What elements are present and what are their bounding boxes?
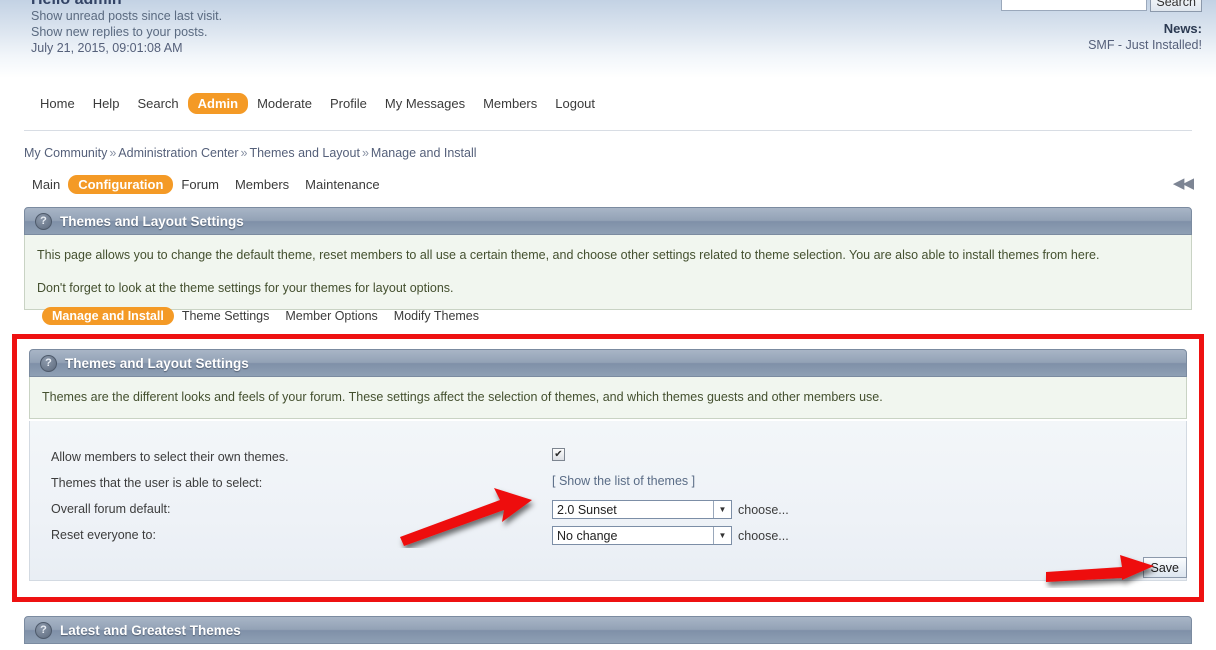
- sub-tab-theme-settings[interactable]: Theme Settings: [174, 307, 278, 325]
- panel-three-title-bar: ? Latest and Greatest Themes: [24, 616, 1192, 644]
- save-button[interactable]: Save: [1143, 557, 1188, 578]
- nav-item-search[interactable]: Search: [128, 93, 187, 114]
- sub-tab-modify-themes[interactable]: Modify Themes: [386, 307, 487, 325]
- themes-layout-settings-panel: ? Themes and Layout Settings Themes are …: [29, 349, 1187, 419]
- unread-posts-link[interactable]: Show unread posts since last visit.: [31, 9, 631, 25]
- news-area: News: SMF - Just Installed!: [1088, 21, 1202, 53]
- admin-tab-members[interactable]: Members: [227, 175, 297, 194]
- breadcrumb-item-0[interactable]: My Community: [24, 146, 107, 160]
- new-replies-link[interactable]: Show new replies to your posts.: [31, 25, 631, 41]
- allow-own-themes-checkbox[interactable]: ✔: [552, 448, 565, 461]
- panel-one-description: This page allows you to change the defau…: [24, 235, 1192, 310]
- smf-admin-page: Hello admin Show unread posts since last…: [0, 0, 1216, 650]
- forum-default-theme-select[interactable]: 2.0 Sunset▼: [552, 500, 732, 519]
- panel-one-title: Themes and Layout Settings: [60, 214, 244, 229]
- greeting-text: Hello admin: [31, 0, 631, 7]
- setting-control-0: ✔: [552, 448, 565, 461]
- news-label: News:: [1088, 21, 1202, 37]
- setting-row-3: Reset everyone to: No change▼ choose...: [30, 526, 1186, 552]
- admin-tab-forum[interactable]: Forum: [173, 175, 227, 194]
- setting-row-2: Overall forum default: 2.0 Sunset▼ choose.…: [30, 500, 1186, 526]
- chevron-down-icon: ▼: [713, 527, 731, 544]
- admin-tab-main[interactable]: Main: [24, 175, 68, 194]
- help-icon[interactable]: ?: [35, 213, 52, 230]
- nav-item-help[interactable]: Help: [84, 93, 129, 114]
- panel-two-title: Themes and Layout Settings: [65, 356, 249, 371]
- description-line-1: This page allows you to change the defau…: [37, 245, 1179, 266]
- news-text: SMF - Just Installed!: [1088, 37, 1202, 53]
- setting-control-3: No change▼ choose...: [552, 526, 789, 545]
- current-time: July 21, 2015, 09:01:08 AM: [31, 40, 631, 56]
- breadcrumb-separator: »: [239, 146, 250, 160]
- sub-tab-member-options[interactable]: Member Options: [277, 307, 385, 325]
- admin-tab-configuration[interactable]: Configuration: [68, 175, 173, 194]
- collapse-arrows-icon[interactable]: ◀◀: [1173, 174, 1192, 192]
- setting-row-1: Themes that the user is able to select: […: [30, 474, 1186, 500]
- highlight-box: ? Themes and Layout Settings Themes are …: [12, 334, 1204, 602]
- panel-three-title: Latest and Greatest Themes: [60, 623, 241, 638]
- breadcrumb-separator: »: [107, 146, 118, 160]
- select-value: No change: [553, 529, 713, 543]
- search-input[interactable]: [1001, 0, 1147, 11]
- show-theme-list-link[interactable]: [ Show the list of themes ]: [552, 474, 695, 488]
- nav-item-logout[interactable]: Logout: [546, 93, 604, 114]
- help-icon[interactable]: ?: [35, 622, 52, 639]
- choose-theme-link-3[interactable]: choose...: [738, 529, 789, 543]
- latest-themes-panel: ? Latest and Greatest Themes: [24, 616, 1192, 644]
- setting-row-0: Allow members to select their own themes…: [30, 448, 1186, 474]
- setting-label-1: Themes that the user is able to select:: [51, 474, 262, 492]
- nav-item-profile[interactable]: Profile: [321, 93, 376, 114]
- nav-item-my-messages[interactable]: My Messages: [376, 93, 474, 114]
- panel-one-title-bar: ? Themes and Layout Settings: [24, 207, 1192, 235]
- chevron-down-icon: ▼: [713, 501, 731, 518]
- description-text: Themes are the different looks and feels…: [42, 387, 1174, 408]
- breadcrumb: My Community»Administration Center»Theme…: [24, 146, 477, 160]
- setting-control-1: [ Show the list of themes ]: [552, 474, 695, 488]
- main-navigation: HomeHelpSearchAdminModerateProfileMy Mes…: [31, 93, 604, 114]
- sub-tab-manage-and-install[interactable]: Manage and Install: [42, 307, 174, 325]
- nav-item-admin[interactable]: Admin: [188, 93, 248, 114]
- user-info-block: Hello admin Show unread posts since last…: [31, 0, 631, 56]
- search-button[interactable]: Search: [1150, 0, 1202, 12]
- select-value: 2.0 Sunset: [553, 503, 713, 517]
- nav-item-moderate[interactable]: Moderate: [248, 93, 321, 114]
- panel-two-description: Themes are the different looks and feels…: [29, 377, 1187, 419]
- breadcrumb-item-1[interactable]: Administration Center: [118, 146, 238, 160]
- choose-theme-link-2[interactable]: choose...: [738, 503, 789, 517]
- setting-label-3: Reset everyone to:: [51, 526, 156, 544]
- search-area: Search: [1001, 0, 1202, 12]
- breadcrumb-separator: »: [360, 146, 371, 160]
- panel-two-title-bar: ? Themes and Layout Settings: [29, 349, 1187, 377]
- reset-everyone-select[interactable]: No change▼: [552, 526, 732, 545]
- nav-divider: [24, 130, 1192, 131]
- theme-sub-tab-bar: Manage and InstallTheme SettingsMember O…: [42, 307, 487, 325]
- setting-label-2: Overall forum default:: [51, 500, 171, 518]
- breadcrumb-item-2[interactable]: Themes and Layout: [249, 146, 360, 160]
- help-icon[interactable]: ?: [40, 355, 57, 372]
- themes-settings-panel: ? Themes and Layout Settings This page a…: [24, 207, 1192, 310]
- nav-item-members[interactable]: Members: [474, 93, 546, 114]
- theme-settings-form: Allow members to select their own themes…: [29, 421, 1187, 581]
- breadcrumb-item-3: Manage and Install: [371, 146, 477, 160]
- admin-tab-bar: MainConfigurationForumMembersMaintenance: [24, 175, 388, 194]
- admin-tab-maintenance[interactable]: Maintenance: [297, 175, 387, 194]
- description-line-2: Don't forget to look at the theme settin…: [37, 278, 1179, 299]
- nav-item-home[interactable]: Home: [31, 93, 84, 114]
- setting-control-2: 2.0 Sunset▼ choose...: [552, 500, 789, 519]
- setting-label-0: Allow members to select their own themes…: [51, 448, 289, 466]
